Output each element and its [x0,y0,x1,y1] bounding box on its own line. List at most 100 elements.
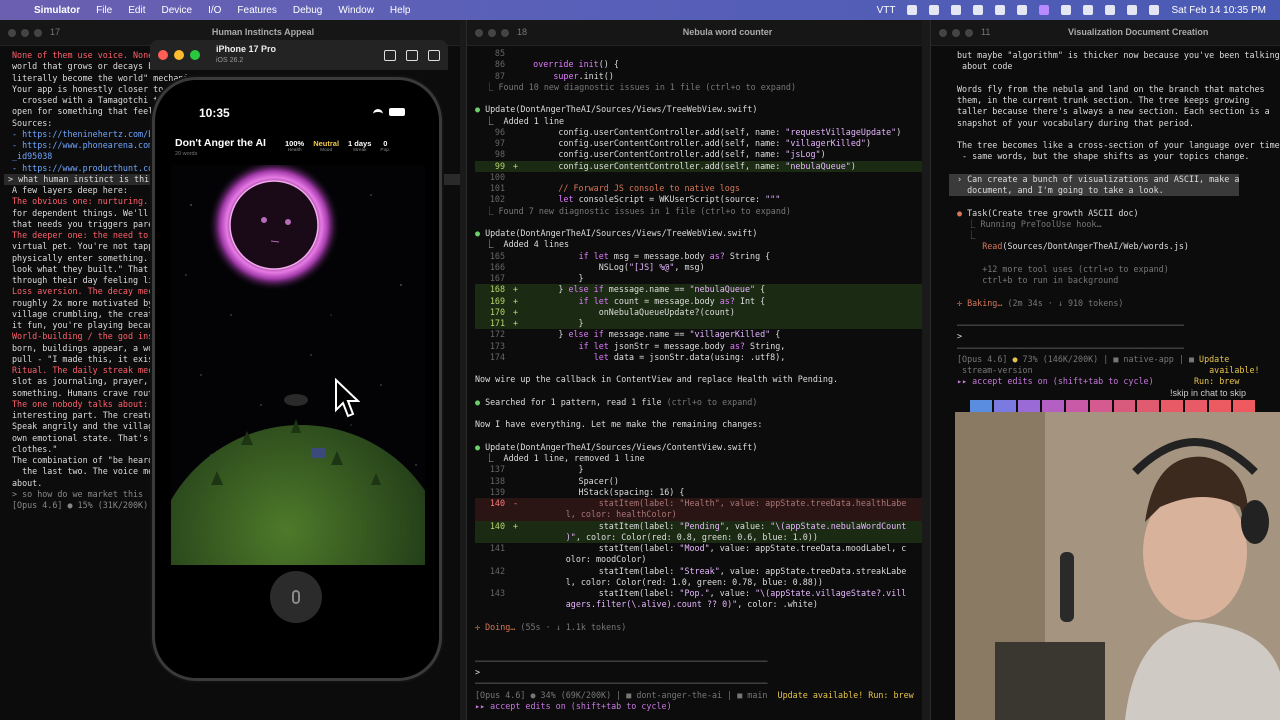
update-notice[interactable]: Update available! Run: brew upgrade clau… [778,690,914,700]
minimize-icon[interactable] [21,28,29,37]
terminal-output: 85 86 override init() { 87 super.init() … [467,46,922,633]
code-line: 86 override init() { [494,59,619,70]
update-header: ● Update(DontAngerTheAI/Sources/Views/Tr… [475,228,758,238]
close-icon[interactable] [939,28,947,37]
task-line: ⎿ [957,230,976,240]
webcam-overlay [955,412,1280,720]
iphone-screen[interactable]: 10:35 Don't Anger the AI 20 words 100% He… [152,77,442,681]
status-icon[interactable] [1083,5,1094,15]
nebula-world-scene[interactable] [171,165,425,565]
update-summary: ⎿ Added 1 line, removed 1 line [475,453,645,463]
screenshot-icon[interactable] [406,49,418,61]
menu-features[interactable]: Features [229,5,284,16]
session-info: [Opus 4.6] ● 34% (69K/200K) | ■ dont-ang… [475,689,768,700]
menu-io[interactable]: I/O [200,5,229,16]
tab-number: 11 [981,26,991,37]
terminal-title: Human Instincts Appeal [211,26,315,37]
zoom-icon[interactable] [965,28,973,37]
menu-file[interactable]: File [88,5,120,16]
status-icon[interactable] [995,5,1006,15]
removed-line: l, color: healthColor) [475,509,922,521]
status-icon[interactable] [1017,5,1028,15]
text-line: - same words, but the shape shifts as yo… [957,151,1250,162]
zoom-icon[interactable] [34,28,42,37]
stat-item-health: 100% Health [285,139,304,153]
terminal-titlebar: 18 Nebula word counter [467,20,922,46]
status-icon[interactable] [951,5,962,15]
rotate-icon[interactable] [428,49,440,61]
divider: ────────────────────────────────────────… [475,678,768,689]
status-icon[interactable] [973,5,984,15]
menu-debug[interactable]: Debug [285,5,330,16]
minimize-icon[interactable] [952,28,960,37]
home-icon[interactable] [384,49,396,61]
minimize-icon[interactable] [488,28,496,37]
menu-window[interactable]: Window [330,5,382,16]
divider: ────────────────────────────────────────… [475,655,768,666]
diagnostic-line: ⎿ Found 10 new diagnostic issues in 1 fi… [475,81,796,92]
stat-value: 100% [285,139,305,148]
village-building [311,448,325,458]
microphone-icon [292,590,300,604]
divider: ────────────────────────────────────────… [957,320,1184,330]
minimize-icon[interactable] [174,50,184,60]
zoom-icon[interactable] [501,28,509,37]
close-icon[interactable] [8,28,16,37]
search-icon[interactable] [1127,5,1138,15]
os-label: iOS 26.2 [216,57,244,64]
microphone-button[interactable] [270,571,322,623]
close-icon[interactable] [475,28,483,37]
status-icon[interactable] [929,5,940,15]
tab-number: 18 [517,26,528,37]
code-line: 172 } else if message.name == "villagerK… [489,329,781,340]
text-line: but maybe "algorithm" is thicker now bec… [957,50,1280,60]
added-line: 99 + config.userContentController.add(sel… [475,160,922,172]
code-line: 167 } [489,273,584,283]
stat-label: Pop. [380,148,391,153]
stat-item-mood: Neutral Mood [313,139,339,153]
update-summary: ⎿ Added 1 line [475,115,565,126]
added-line: 168 + } else if message.name == "nebulaQu… [475,284,922,296]
progress-line: ✢ Doing… (55s · ↓ 1.1k tokens) [475,621,627,632]
update-summary: ⎿ Added 4 lines [475,239,570,250]
zoom-icon[interactable] [190,50,200,60]
menu-help[interactable]: Help [382,5,419,16]
code-line: 96 config.userContentController.add(self… [494,126,902,137]
status-bar-time: 10:35 [199,106,230,120]
stat-value: Neutral [313,139,340,148]
wifi-icon[interactable] [1105,5,1116,15]
control-center-icon[interactable] [1149,5,1160,15]
menu-device[interactable]: Device [153,5,200,16]
terminal-titlebar: 11 Visualization Document Creation [931,20,1280,46]
menu-simulator[interactable]: Simulator [26,5,88,16]
code-line: 100 [489,171,505,182]
clock[interactable]: Sat Feb 14 10:35 PM [1171,5,1266,16]
terminal-middle[interactable]: 18 Nebula word counter 85 86 override in… [466,20,922,720]
menu-extras: VTT Sat Feb 14 10:35 PM [877,5,1280,16]
status-icon[interactable] [1061,5,1072,15]
vtt-label[interactable]: VTT [877,5,896,16]
terminal-title: Nebula word counter [682,26,773,37]
status-icon[interactable] [907,5,918,15]
screen-record-icon[interactable] [1039,5,1050,15]
wifi-icon [373,108,383,116]
tool-line: ● Searched for 1 pattern, read 1 file (c… [475,396,758,407]
code-line: l, color: Color(red: 1.0, green: 0.78, b… [475,576,823,587]
code-line: olor: moodColor) [475,554,647,565]
close-icon[interactable] [158,50,168,60]
added-line: )", color: Color(red: 0.8, green: 0.6, b… [475,531,922,543]
menu-edit[interactable]: Edit [120,5,153,16]
input-prompt[interactable]: > [957,331,1280,342]
input-prompt[interactable]: > [475,667,914,678]
stat-value: 1 days [348,139,372,148]
status-line: [Opus 4.6] ● 34% (69K/200K) | ■ dont-ang… [475,690,914,701]
